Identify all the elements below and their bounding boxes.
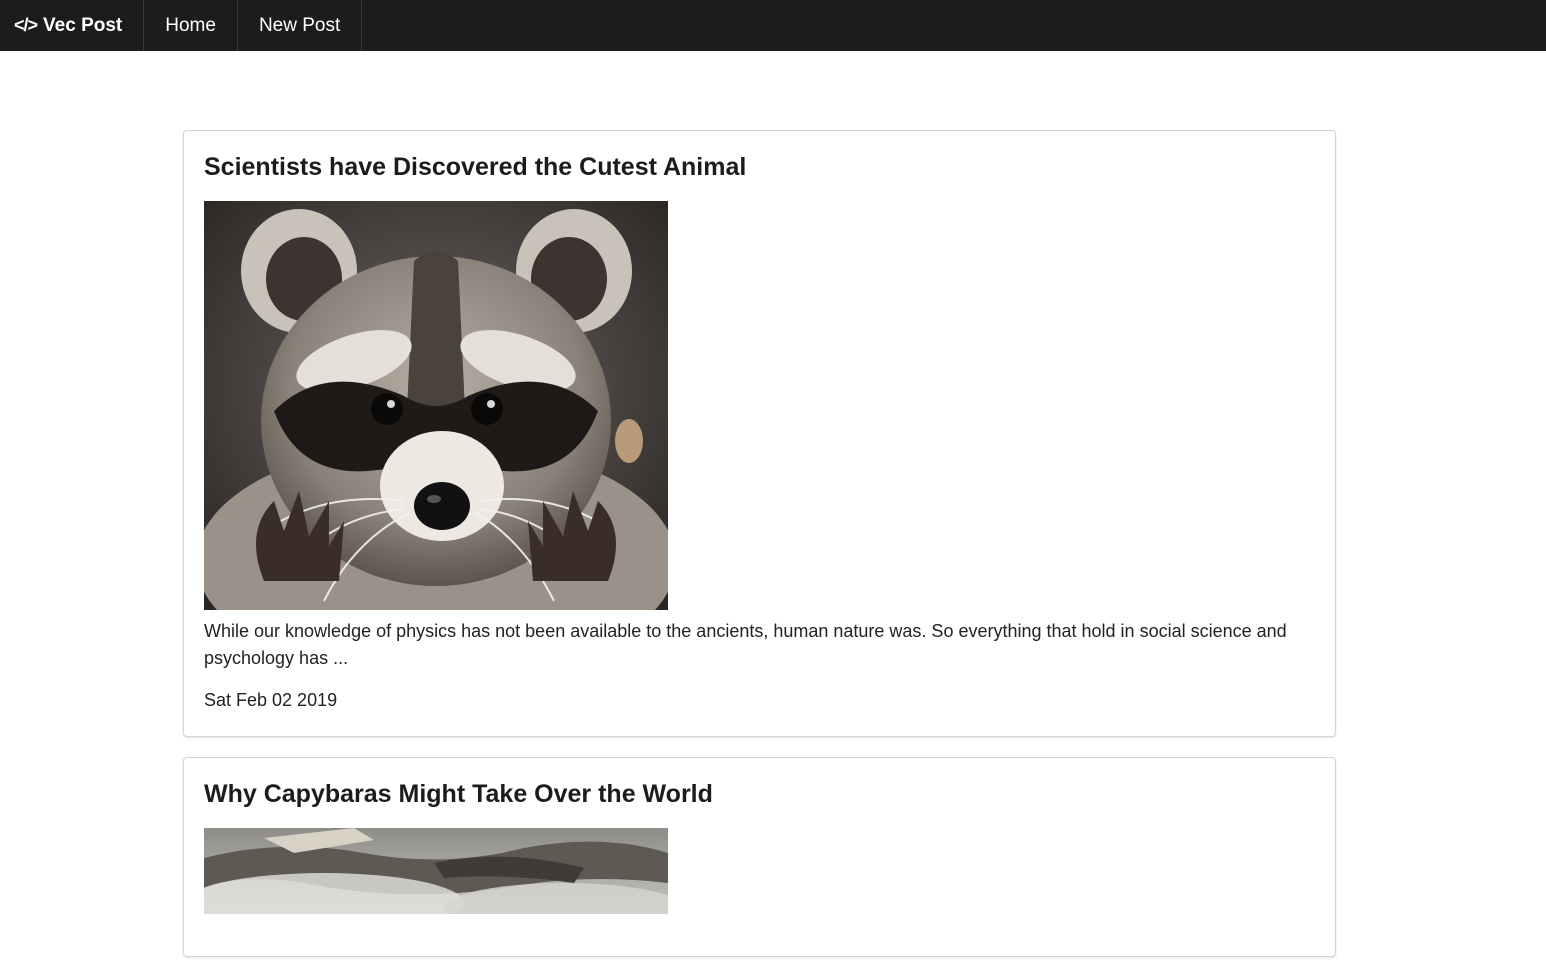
post-feed: Scientists have Discovered the Cutest An…	[183, 130, 1336, 977]
code-icon: </>	[14, 15, 38, 35]
nav-new-post[interactable]: New Post	[238, 0, 363, 51]
post-card[interactable]: Scientists have Discovered the Cutest An…	[183, 130, 1336, 737]
capybara-photo[interactable]	[204, 828, 668, 914]
raccoon-photo[interactable]	[204, 201, 668, 610]
brand-label: Vec Post	[43, 14, 123, 36]
brand-link[interactable]: </> Vec Post	[0, 0, 145, 51]
post-title[interactable]: Why Capybaras Might Take Over the World	[204, 778, 1315, 810]
post-card[interactable]: Why Capybaras Might Take Over the World	[183, 757, 1336, 957]
nav-home-label: Home	[165, 14, 216, 36]
nav-home[interactable]: Home	[144, 0, 238, 51]
post-excerpt: While our knowledge of physics has not b…	[204, 621, 1287, 668]
post-date: Sat Feb 02 2019	[204, 690, 338, 710]
top-navbar: </> Vec Post Home New Post	[0, 0, 1546, 51]
nav-new-post-label: New Post	[258, 14, 341, 36]
post-title[interactable]: Scientists have Discovered the Cutest An…	[204, 151, 1315, 183]
